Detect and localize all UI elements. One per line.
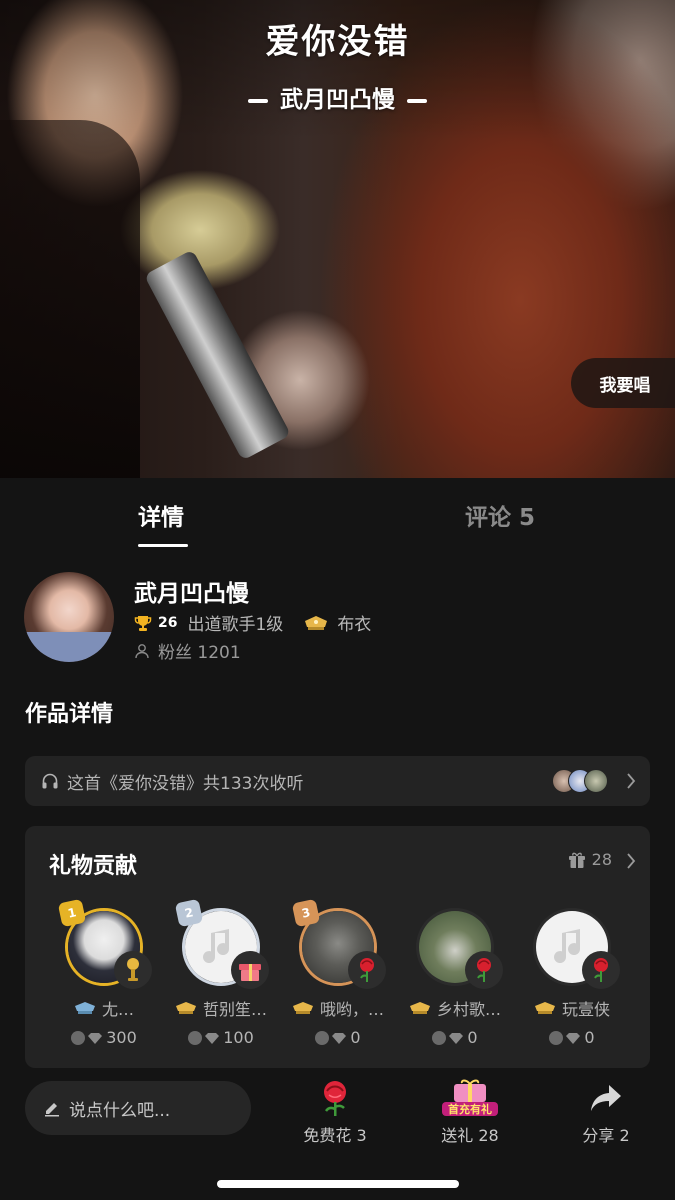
rose-icon	[465, 951, 503, 989]
rank-crown-icon	[534, 1002, 555, 1014]
contributor-name: 尢…	[101, 1000, 134, 1019]
contributor-avatar[interactable]	[416, 908, 503, 989]
send-gift-label: 送礼 28	[441, 1126, 499, 1145]
share-icon	[551, 1078, 661, 1118]
rank-crown-icon	[305, 615, 328, 630]
listener-avatar	[584, 769, 608, 793]
listener-avatars	[552, 769, 612, 793]
contributor-item[interactable]: 2 哲别笙… 100	[171, 898, 271, 1047]
rank-badge: 3	[291, 898, 321, 928]
contributor-value: 100	[223, 1028, 254, 1047]
rose-icon	[280, 1078, 390, 1118]
contributor-avatar[interactable]: 3	[291, 898, 386, 989]
contributor-item[interactable]: 乡村歌… 0	[405, 908, 505, 1047]
pencil-icon	[45, 1103, 59, 1117]
rank-crown-icon	[409, 1002, 430, 1014]
share-button[interactable]: 分享 2	[551, 1078, 661, 1146]
diamond-icon	[332, 1032, 347, 1044]
rose-icon	[348, 951, 386, 989]
comment-input[interactable]: 说点什么吧...	[25, 1081, 251, 1135]
chevron-right-icon	[627, 773, 636, 789]
gift-section-title: 礼物贡献	[49, 854, 138, 879]
contributor-avatar[interactable]	[533, 908, 620, 989]
contributor-value: 0	[584, 1028, 595, 1047]
contributor-value: 300	[106, 1028, 137, 1047]
rank-badge: 2	[174, 898, 204, 928]
gift-box-icon	[568, 852, 585, 868]
home-indicator[interactable]	[217, 1180, 459, 1188]
sing-button[interactable]: 我要唱	[571, 358, 675, 408]
coin-icon	[71, 1030, 86, 1045]
rank-crown-icon	[292, 1002, 313, 1014]
microphone-icon	[114, 951, 152, 989]
chevron-right-icon[interactable]	[626, 852, 636, 870]
singer-title: 出道歌手1级	[187, 615, 284, 635]
user-name[interactable]: 武月凹凸慢	[134, 574, 249, 608]
rank-crown-icon	[74, 1002, 95, 1014]
free-flower-label: 免费花 3	[303, 1126, 367, 1145]
avatar[interactable]	[24, 572, 114, 662]
send-gift-button[interactable]: 首充有礼 送礼 28	[415, 1078, 525, 1146]
contributor-item[interactable]: 玩壹侠 0	[522, 908, 622, 1047]
fans-count: 粉丝 1201	[134, 638, 241, 663]
rank-badge: 1	[57, 898, 87, 928]
tab-underline	[138, 544, 188, 547]
tab-details[interactable]: 详情	[138, 498, 184, 532]
gift-box-icon	[231, 951, 269, 989]
contributor-avatar[interactable]: 1	[57, 898, 152, 989]
person-icon	[135, 643, 149, 658]
coin-icon	[315, 1030, 330, 1045]
contributor-value: 0	[350, 1028, 361, 1047]
tab-comments[interactable]: 评论 5	[465, 498, 535, 532]
free-flower-button[interactable]: 免费花 3	[280, 1078, 390, 1146]
listen-text: 这首《爱你没错》共133次收听	[67, 773, 304, 794]
contributor-name: 哦哟，…	[319, 1000, 384, 1019]
contributor-name: 哲别笙…	[202, 1000, 267, 1019]
singer-name: 武月凹凸慢	[280, 87, 395, 113]
diamond-icon	[88, 1032, 103, 1044]
contributor-item[interactable]: 1 尢… 300	[54, 898, 154, 1047]
gift-promo-icon: 首充有礼	[415, 1078, 525, 1118]
singer-line: 武月凹凸慢	[0, 80, 675, 114]
contributor-value: 0	[467, 1028, 478, 1047]
contributor-item[interactable]: 3 哦哟，… 0	[288, 898, 388, 1047]
headphones-icon	[42, 773, 58, 789]
singer-profile[interactable]: 武月凹凸慢 26 出道歌手1级 布衣 粉丝 1201	[24, 570, 654, 665]
coin-icon	[549, 1030, 564, 1045]
contributor-name: 玩壹侠	[561, 1000, 610, 1019]
contributor-avatar[interactable]: 2	[174, 898, 269, 989]
diamond-icon	[449, 1032, 464, 1044]
listen-count-bar[interactable]: 这首《爱你没错》共133次收听	[25, 756, 650, 806]
cover-image: 爱你没错 武月凹凸慢 我要唱	[0, 0, 675, 478]
coin-icon	[188, 1030, 203, 1045]
level-badge: 26	[158, 614, 178, 631]
user-meta: 26 出道歌手1级 布衣	[134, 610, 371, 635]
trophy-icon	[134, 615, 152, 631]
comment-placeholder: 说点什么吧...	[69, 1100, 171, 1121]
rank-label: 布衣	[337, 615, 372, 635]
tab-bar: 详情 评论 5	[0, 478, 675, 548]
diamond-icon	[205, 1032, 220, 1044]
rose-icon	[582, 951, 620, 989]
coin-icon	[432, 1030, 447, 1045]
song-page: 爱你没错 武月凹凸慢 我要唱 详情 评论 5 武月凹凸慢 26 出道歌手1级 布…	[0, 0, 675, 1200]
share-label: 分享 2	[582, 1126, 630, 1145]
diamond-icon	[566, 1032, 581, 1044]
gift-contribution-card: 礼物贡献 28 1 尢… 300 2 哲别笙… 100 3 哦哟，… 0 乡村歌…	[25, 826, 650, 1068]
gift-count[interactable]: 28	[568, 850, 612, 869]
contributor-name: 乡村歌…	[436, 1000, 501, 1019]
gift-promo-label: 首充有礼	[448, 1102, 492, 1116]
song-title: 爱你没错	[265, 22, 410, 62]
rank-crown-icon	[175, 1002, 196, 1014]
section-title: 作品详情	[25, 702, 114, 727]
